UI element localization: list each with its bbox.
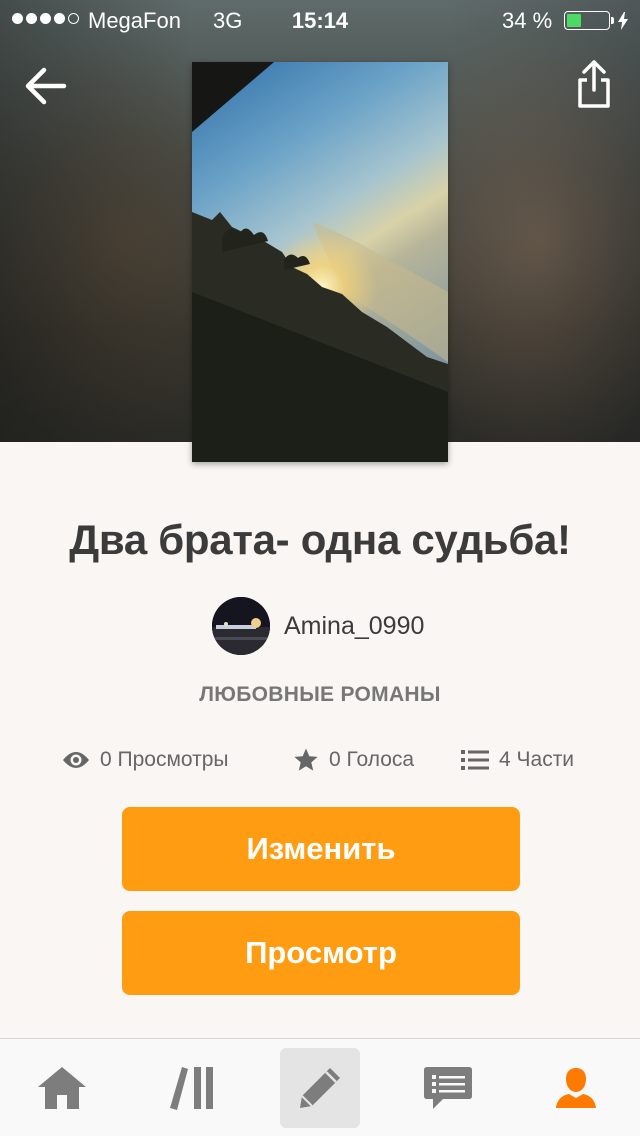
eye-icon bbox=[63, 752, 89, 768]
list-icon bbox=[461, 750, 489, 770]
tab-messages[interactable] bbox=[408, 1048, 488, 1128]
edit-button[interactable]: Изменить bbox=[122, 807, 520, 891]
battery-percent: 34 % bbox=[502, 8, 553, 33]
arrow-left-icon bbox=[25, 67, 67, 105]
author-link[interactable]: Amina_0990 bbox=[212, 596, 424, 656]
reads-count: 0 Просмотры bbox=[100, 748, 229, 771]
parts-count: 4 Части bbox=[499, 748, 575, 771]
votes-count: 0 Голоса bbox=[329, 748, 415, 771]
battery-icon bbox=[564, 11, 614, 30]
share-icon bbox=[578, 60, 610, 108]
battery-level-fill bbox=[567, 14, 581, 27]
tab-home[interactable] bbox=[22, 1048, 102, 1128]
author-name: Amina_0990 bbox=[284, 611, 425, 640]
reads-stat: 0 Просмотры bbox=[62, 740, 229, 780]
tab-library[interactable] bbox=[152, 1048, 232, 1128]
story-cover-image bbox=[192, 62, 448, 462]
star-icon bbox=[294, 748, 318, 771]
avatar bbox=[212, 597, 270, 655]
home-icon bbox=[38, 1067, 86, 1109]
story-stats: 0 Просмотры 0 Голоса 4 Части bbox=[0, 740, 640, 780]
tab-write[interactable] bbox=[280, 1048, 360, 1128]
parts-stat[interactable]: 4 Части bbox=[461, 740, 574, 780]
tab-bar bbox=[0, 1038, 640, 1136]
library-icon bbox=[170, 1067, 213, 1110]
preview-button[interactable]: Просмотр bbox=[122, 911, 520, 995]
profile-icon bbox=[556, 1068, 596, 1108]
pencil-icon bbox=[300, 1068, 340, 1108]
chat-icon bbox=[424, 1067, 472, 1109]
charging-bolt-icon bbox=[618, 12, 628, 30]
back-button[interactable] bbox=[20, 60, 72, 112]
category-label[interactable]: ЛЮБОВНЫЕ РОМАНЫ bbox=[0, 683, 640, 707]
share-button[interactable] bbox=[570, 56, 618, 112]
story-title: Два брата- одна судьба! bbox=[69, 516, 571, 563]
votes-stat: 0 Голоса bbox=[293, 740, 414, 780]
tab-profile[interactable] bbox=[536, 1048, 616, 1128]
status-bar: MegaFon 3G 15:14 34 % bbox=[0, 0, 640, 40]
